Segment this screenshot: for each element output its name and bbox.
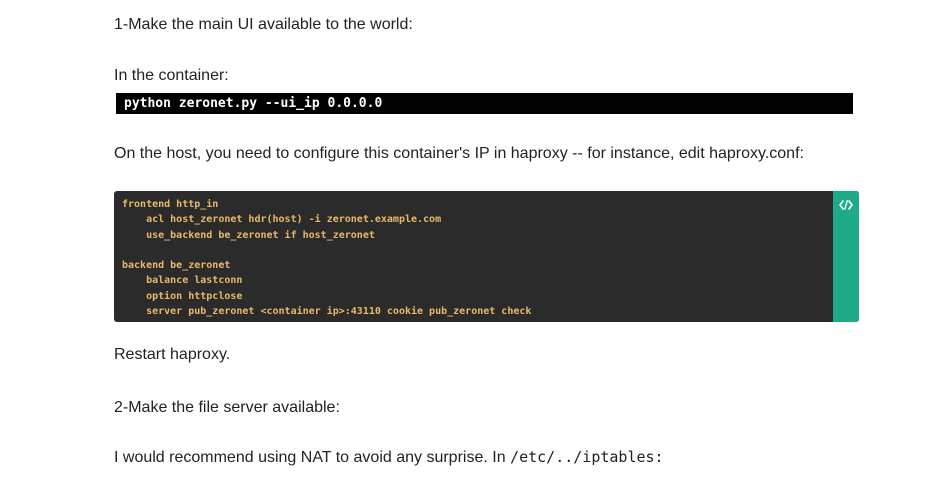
iptables-path: /etc/../iptables: (510, 448, 664, 466)
code-line: server pub_zeronet <container ip>:43110 … (122, 306, 532, 318)
nat-paragraph: I would recommend using NAT to avoid any… (114, 447, 664, 468)
host-config-text: On the host, you need to configure this … (114, 145, 804, 162)
nat-text: I would recommend using NAT to avoid any… (114, 449, 511, 466)
code-lines: frontend http_in acl host_zeronet hdr(ho… (122, 197, 831, 319)
code-line: backend be_zeronet (122, 260, 231, 272)
step1-heading: 1-Make the main UI available to the worl… (114, 16, 413, 33)
restart-text: Restart haproxy. (114, 346, 231, 363)
haproxy-code-block: frontend http_in acl host_zeronet hdr(ho… (114, 191, 859, 322)
code-line: balance lastconn (122, 275, 243, 287)
code-line: acl host_zeronet hdr(host) -i zeronet.ex… (122, 214, 442, 226)
code-view-toggle-button[interactable] (833, 191, 859, 322)
code-line: use_backend be_zeronet if host_zeronet (122, 229, 375, 241)
code-icon (839, 200, 853, 210)
code-line: option httpclose (122, 290, 243, 302)
step2-heading: 2-Make the file server available: (114, 399, 340, 416)
code-line: frontend http_in (122, 199, 219, 210)
command-line: python zeronet.py --ui_ip 0.0.0.0 (116, 93, 853, 114)
in-container-label: In the container: (114, 67, 229, 84)
